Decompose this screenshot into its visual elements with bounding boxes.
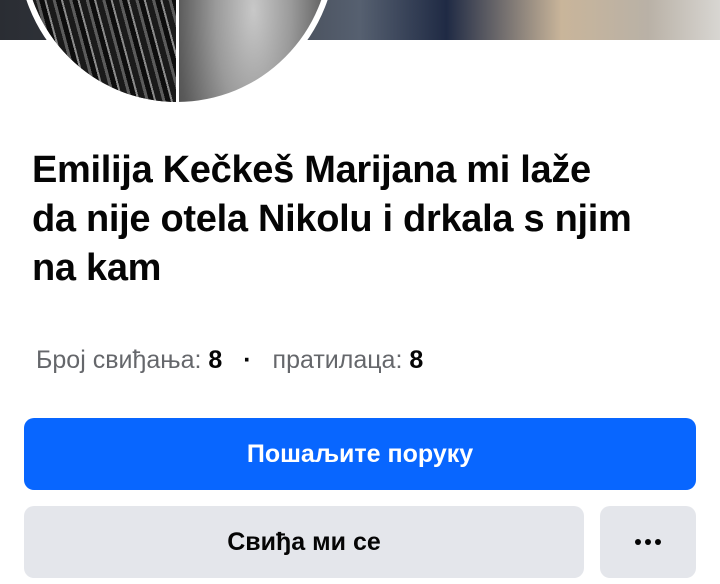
profile-avatar[interactable]	[18, 0, 336, 108]
profile-name: Emilija Kečkeš Marijana mi laže da nije …	[32, 149, 632, 289]
avatar-photo-left	[24, 0, 177, 102]
more-dots-icon	[635, 539, 661, 545]
followers-count[interactable]: 8	[409, 346, 423, 374]
likes-count[interactable]: 8	[208, 346, 222, 374]
followers-label: пратилаца:	[272, 346, 403, 374]
send-message-button[interactable]: Пошаљите поруку	[24, 418, 696, 490]
stats-separator: ·	[243, 346, 252, 374]
send-message-label: Пошаљите поруку	[246, 439, 474, 468]
more-options-button[interactable]	[600, 506, 696, 578]
profile-page: Emilija Kečkeš Marijana mi laže da nije …	[0, 0, 720, 584]
avatar-photo-right	[177, 0, 330, 102]
avatar-divider	[176, 0, 179, 102]
like-page-label: Свиђа ми се	[227, 527, 381, 556]
profile-stats: Број свиђања: 8 · пратилаца: 8	[36, 344, 423, 376]
likes-label: Број свиђања:	[36, 346, 202, 374]
like-page-button[interactable]: Свиђа ми се	[24, 506, 584, 578]
